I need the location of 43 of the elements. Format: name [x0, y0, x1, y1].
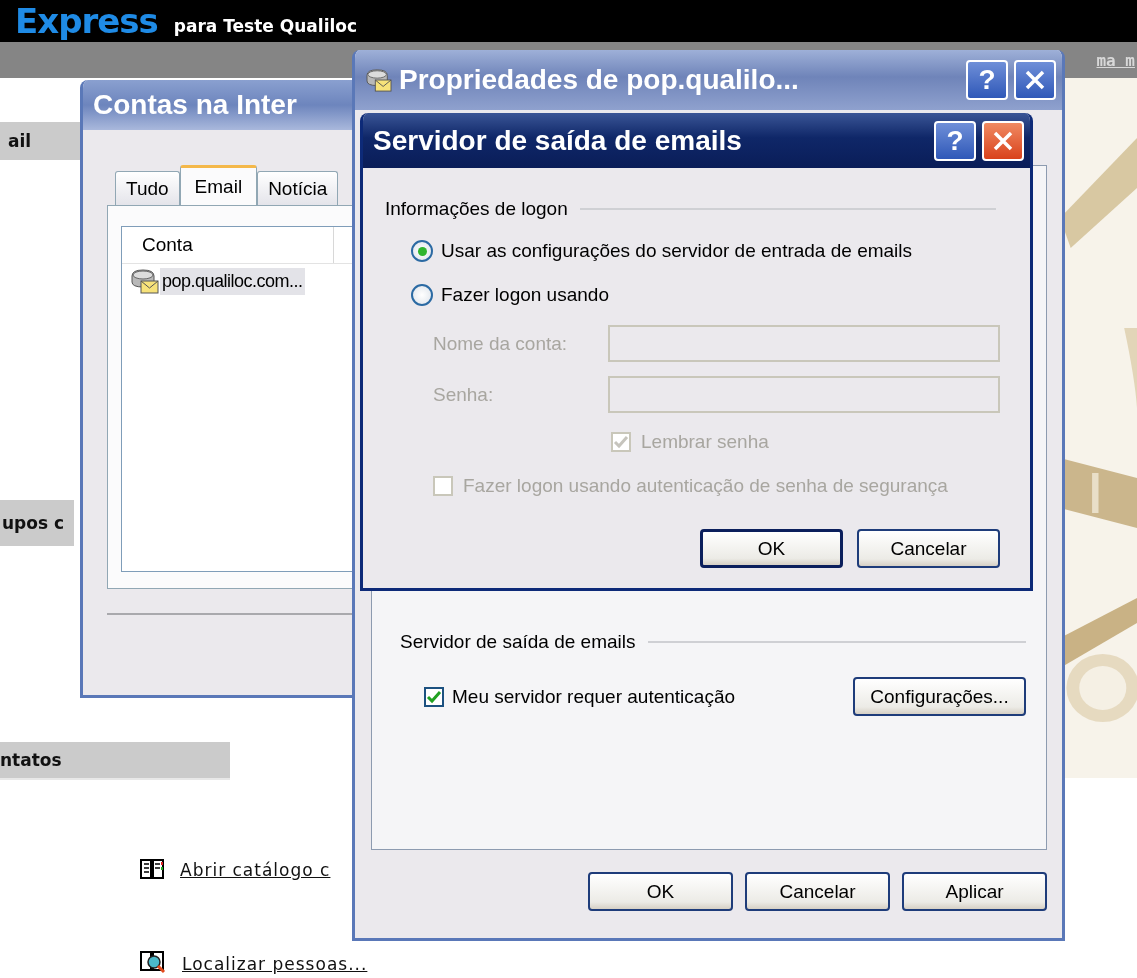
section-header: ntatos [0, 742, 230, 780]
section-header: upos c [0, 500, 74, 546]
dialog-button[interactable]: Cancelar [745, 872, 890, 911]
field-label: Nome da conta: [433, 332, 569, 355]
radio-label: Usar as configurações do servidor de entrada de emails [441, 240, 913, 262]
mail-server-icon [130, 268, 160, 294]
window-title: Propriedades de pop.qualilo... [399, 64, 799, 96]
dialog-button[interactable]: OK [700, 529, 843, 568]
checkbox-label: Fazer logon usando autenticação de senha de segurança [463, 475, 948, 497]
help-button[interactable]: ? [966, 60, 1008, 100]
group-title: Servidor de saída de emails [400, 631, 636, 653]
checkbox-label: Lembrar senha [641, 431, 769, 453]
close-icon [992, 129, 1014, 152]
window-title: Contas na Inter [93, 89, 297, 121]
field-label: Senha: [433, 383, 495, 406]
checkbox[interactable] [424, 686, 444, 707]
dialog-button[interactable]: Cancelar [857, 529, 1000, 568]
dialog-button[interactable]: Aplicar [902, 872, 1047, 911]
page-link[interactable]: Localizar pessoas... [182, 954, 368, 974]
radio-button[interactable] [411, 284, 433, 306]
page-link[interactable]: Abrir catálogo c [180, 860, 331, 880]
mail-server-icon [365, 68, 393, 92]
account-name: pop.qualiloc.com... [160, 267, 305, 295]
site-subtitle: para Teste Qualiloc [173, 16, 358, 36]
close-button[interactable] [982, 120, 1024, 161]
tab[interactable]: Notícia [257, 171, 339, 205]
column-header[interactable]: Conta [122, 227, 334, 263]
radio-button[interactable] [411, 240, 433, 262]
radio-label: Fazer logon usando [441, 284, 609, 306]
close-button[interactable] [1014, 60, 1056, 100]
checkbox-label: Meu servidor requer autenticação [452, 685, 736, 708]
group-title: Informações de logon [385, 198, 568, 220]
brand-title: Express [15, 2, 158, 40]
settings-button[interactable]: Configurações... [853, 677, 1026, 716]
tab[interactable]: Email [179, 165, 258, 205]
address-book-icon [140, 858, 164, 880]
close-icon [1024, 69, 1046, 91]
dialog-button[interactable]: OK [588, 872, 733, 911]
section-header: ail [0, 122, 80, 160]
find-people-icon [140, 950, 166, 974]
window-title: Servidor de saída de emails [373, 124, 742, 157]
tab[interactable]: Tudo [115, 171, 180, 205]
help-button[interactable]: ? [934, 120, 976, 161]
